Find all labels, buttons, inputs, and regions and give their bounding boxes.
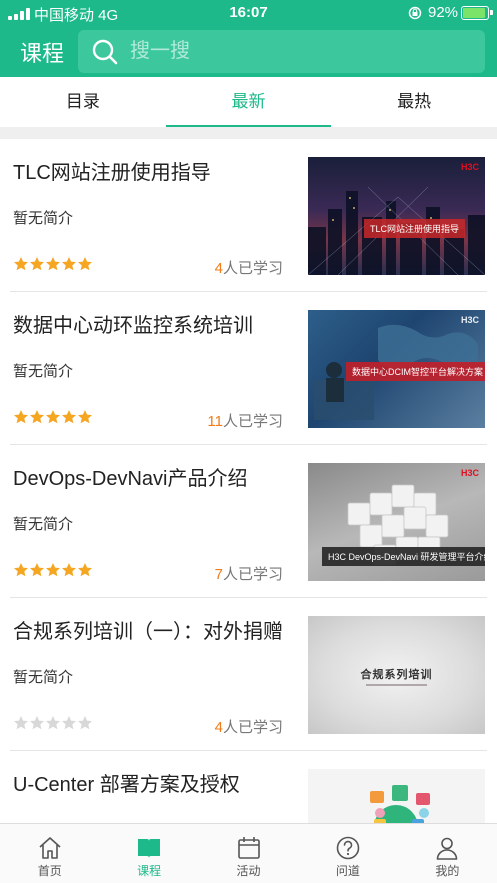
star-icon: [62, 716, 76, 730]
thumbnail-caption: TLC网站注册使用指导: [364, 219, 466, 238]
course-item[interactable]: 合规系列培训（一）：对外捐赠 暂无简介 4人已学习 合规系列培训: [0, 598, 497, 751]
learned-count: 11人已学习: [207, 413, 283, 430]
rating-stars: [13, 256, 93, 276]
search-box[interactable]: [78, 30, 485, 73]
thumbnail-logo: H3C: [460, 315, 479, 325]
course-item[interactable]: 数据中心动环监控系统培训 暂无简介 11人已学习 H3C 数据中心DCIM智控平…: [0, 292, 497, 445]
course-thumbnail: 合规系列培训: [308, 616, 485, 734]
course-description: 暂无简介: [13, 516, 74, 533]
course-thumbnail: [308, 769, 485, 823]
nav-home[interactable]: 首页: [0, 824, 99, 883]
star-icon: [30, 716, 44, 730]
status-time: 16:07: [229, 4, 268, 21]
thumbnail-logo: H3C: [460, 468, 479, 478]
course-description: 暂无简介: [13, 363, 74, 380]
top-bar: 中国移动 4G 16:07 92% 课程: [0, 0, 497, 77]
star-icon: [46, 716, 60, 730]
rating-stars: [13, 715, 93, 735]
course-description: 暂无简介: [13, 669, 74, 686]
star-icon: [14, 563, 28, 577]
star-icon: [78, 410, 92, 424]
page-title: 课程: [20, 41, 65, 66]
thumbnail-caption: 合规系列培训: [360, 669, 433, 681]
course-title: 合规系列培训（一）：对外捐赠: [13, 621, 283, 643]
course-thumbnail: H3C TLC网站注册使用指导: [308, 157, 485, 275]
star-icon: [78, 563, 92, 577]
rating-stars: [13, 409, 93, 429]
star-icon: [78, 257, 92, 271]
course-item[interactable]: DevOps-DevNavi产品介绍 暂无简介 7人已学习 H3C H3C De…: [0, 445, 497, 598]
course-title: DevOps-DevNavi产品介绍: [13, 468, 248, 490]
course-list: TLC网站注册使用指导 暂无简介 4人已学习 H3C TLC网站注册使用指导 数…: [0, 139, 497, 823]
calendar-icon: [237, 837, 260, 859]
bottom-nav: 首页 课程 活动 问道 我的: [0, 823, 497, 883]
learned-count: 4人已学习: [214, 260, 283, 277]
tab-catalog[interactable]: 目录: [0, 77, 166, 127]
nav-mine[interactable]: 我的: [398, 824, 497, 883]
star-icon: [78, 716, 92, 730]
battery-percent: 92%: [428, 4, 459, 21]
search-input[interactable]: [130, 30, 470, 73]
learned-count: 4人已学习: [214, 719, 283, 736]
star-icon: [14, 716, 28, 730]
course-title: 数据中心动环监控系统培训: [13, 315, 253, 337]
star-icon: [62, 563, 76, 577]
course-thumbnail: H3C 数据中心DCIM智控平台解决方案: [308, 310, 485, 428]
course-title: U-Center 部署方案及授权: [13, 774, 240, 796]
thumbnail-caption: 数据中心DCIM智控平台解决方案: [346, 362, 485, 381]
category-tabs: 目录 最新 最热: [0, 77, 497, 127]
star-icon: [62, 257, 76, 271]
course-item[interactable]: U-Center 部署方案及授权: [0, 751, 497, 823]
section-divider: [0, 127, 497, 139]
question-icon: [336, 836, 360, 860]
tab-latest[interactable]: 最新: [165, 77, 332, 127]
star-icon: [14, 257, 28, 271]
status-bar: 中国移动 4G 16:07 92%: [0, 0, 497, 26]
battery-icon: [461, 6, 493, 20]
thumbnail-logo: H3C: [460, 162, 479, 172]
tab-hottest[interactable]: 最热: [331, 77, 497, 127]
search-icon: [92, 39, 118, 65]
star-icon: [46, 563, 60, 577]
user-icon: [437, 837, 458, 860]
rotation-lock-icon: [408, 6, 422, 20]
star-icon: [14, 410, 28, 424]
learned-count: 7人已学习: [214, 566, 283, 583]
star-icon: [46, 257, 60, 271]
course-item[interactable]: TLC网站注册使用指导 暂无简介 4人已学习 H3C TLC网站注册使用指导: [0, 139, 497, 292]
course-description: 暂无简介: [13, 210, 74, 227]
star-icon: [30, 410, 44, 424]
nav-activity[interactable]: 活动: [199, 824, 298, 883]
star-icon: [30, 257, 44, 271]
book-icon: [138, 839, 161, 858]
thumbnail-caption: H3C DevOps-DevNavi 研发管理平台介绍: [322, 547, 485, 566]
course-thumbnail: H3C H3C DevOps-DevNavi 研发管理平台介绍: [308, 463, 485, 581]
star-icon: [46, 410, 60, 424]
course-title: TLC网站注册使用指导: [13, 162, 211, 184]
star-icon: [62, 410, 76, 424]
star-icon: [30, 563, 44, 577]
nav-question[interactable]: 问道: [298, 824, 397, 883]
nav-course[interactable]: 课程: [99, 824, 198, 883]
rating-stars: [13, 562, 93, 582]
home-icon: [39, 837, 61, 859]
